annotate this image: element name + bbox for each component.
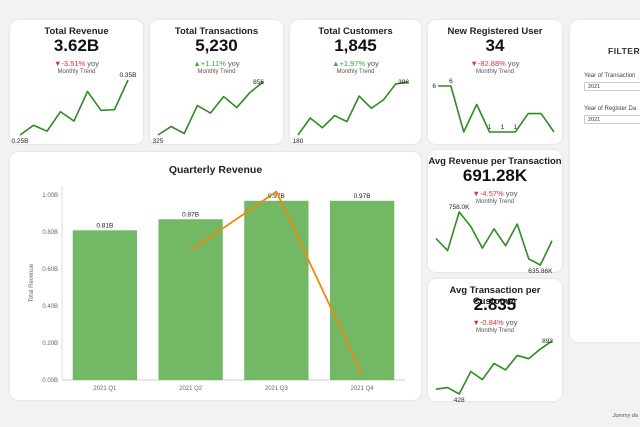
x-tick-label: 2021 Q1 xyxy=(93,386,117,392)
sparkline-path xyxy=(19,79,129,136)
x-tick-label: 2021 Q2 xyxy=(179,386,203,392)
y-tick-label: 0.20B xyxy=(42,341,58,347)
kpi-card-total-transactions: Total Transactions 5,230 ▲+1.11% yoy Mon… xyxy=(150,20,283,145)
quarterly-revenue-card: Quarterly Revenue 0.00B 0.20B 0.40B 0.60B 0.… xyxy=(10,152,421,400)
revenue-bar xyxy=(72,230,138,380)
kpi-card-total-customers: Total Customers 1,845 ▲+1.97% yoy Monthl… xyxy=(290,20,421,145)
sparkline-path xyxy=(157,81,264,136)
sparkline-total-revenue: 0.25B 0.35B xyxy=(12,72,137,145)
year-of-transaction-label: Year of Transaction xyxy=(584,73,636,79)
sparkline-label: 758.0K xyxy=(449,204,470,211)
kpi-card-avg-transaction-per-customer: Avg Transaction per Customer 2.835 ▼-0.8… xyxy=(428,279,562,404)
sparkline-label: 398 xyxy=(398,79,409,86)
sparkline-label: 6 xyxy=(449,78,453,85)
sparkline-label: 635.86K xyxy=(528,268,553,275)
sparkline-avg-transaction: 428 893 xyxy=(435,338,553,404)
year-of-transaction-select[interactable]: 2021 xyxy=(584,82,640,91)
sparkline-path xyxy=(297,81,409,136)
sparkline-label: 0.35B xyxy=(120,72,137,79)
y-tick-label: 0.00B xyxy=(42,378,58,384)
bar-value-label: 0.87B xyxy=(182,211,199,218)
sparkline-label: 893 xyxy=(542,338,553,345)
kpi-card-new-registered-user: New Registered User 34 ▼-82.88% yoy Mont… xyxy=(428,20,562,144)
sparkline-total-customers: 180 398 xyxy=(293,79,410,145)
x-tick-label: 2021 Q4 xyxy=(351,386,375,392)
y-tick-label: 0.40B xyxy=(42,304,58,310)
sparkline-path xyxy=(435,211,553,266)
filter-title: FILTER xyxy=(608,46,640,56)
sparkline-path xyxy=(438,85,555,133)
y-tick-label: 0.60B xyxy=(42,267,58,273)
x-tick-label: 2021 Q3 xyxy=(265,386,289,392)
revenue-bar xyxy=(329,200,395,380)
sparkline-path xyxy=(435,340,553,395)
sparkline-total-transactions: 325 856 xyxy=(153,79,265,145)
bar-value-label: 0.81B xyxy=(96,222,113,229)
sparkline-label: 1 xyxy=(501,124,505,131)
year-of-register-select[interactable]: 2021 xyxy=(584,115,640,124)
revenue-bar xyxy=(158,219,223,380)
bar-value-label: 0.97B xyxy=(354,193,371,200)
quarterly-revenue-chart: 0.00B 0.20B 0.40B 0.60B 0.80B 1.00B Total Reve… xyxy=(29,186,405,392)
sparkline-label: 6 xyxy=(432,83,436,90)
year-of-register-label: Year of Register Da xyxy=(584,106,637,112)
filter-panel: FILTER Year of Transaction 2021 Year of … xyxy=(570,20,640,342)
kpi-card-total-revenue: Total Revenue 3.62B ▼-3.51% yoy Monthly … xyxy=(10,20,143,145)
sparkline-label: 325 xyxy=(153,138,164,145)
y-tick-label: 0.80B xyxy=(42,230,58,236)
sparkline-label: 856 xyxy=(253,79,264,86)
sparkline-label: 1 xyxy=(488,124,492,131)
author-credit: Jummy da xyxy=(612,413,638,419)
sparkline-label: 180 xyxy=(293,138,304,145)
kpi-card-avg-revenue-per-transaction: Avg Revenue per Transaction 691.28K ▼-4.… xyxy=(428,150,562,275)
y-tick-label: 1.00B xyxy=(42,193,58,199)
sparkline-label: 1 xyxy=(514,124,518,131)
sparkline-avg-revenue: 758.0K 635.86K xyxy=(435,204,553,275)
y-axis-label: Total Revenue xyxy=(29,263,35,302)
revenue-bar xyxy=(244,200,309,380)
sparkline-label: 0.25B xyxy=(12,138,29,145)
sparkline-new-registered-user: 6 6 1 1 1 xyxy=(432,78,555,133)
sparkline-label: 428 xyxy=(454,397,465,404)
